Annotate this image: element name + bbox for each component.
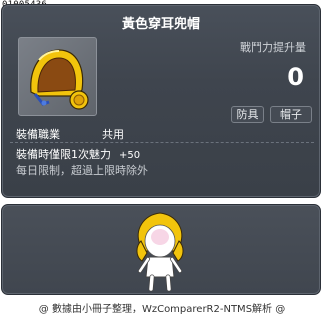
effect-text: 裝備時僅限1次魅力 (16, 148, 111, 161)
tag-hat: 帽子 (270, 106, 312, 123)
item-tooltip: 黃色穿耳兜帽 戰鬥力提升量 0 防具 帽子 裝備職業 共用 裝備時僅限1次魅力 +… (1, 4, 321, 198)
limit-line: 每日限制，超過上限時除外 (16, 164, 148, 177)
character-avatar-icon (136, 212, 184, 292)
divider (10, 142, 314, 143)
effect-line: 裝備時僅限1次魅力 +50 (16, 146, 140, 162)
item-icon-frame (18, 37, 97, 116)
effect-bonus: +50 (119, 150, 141, 161)
hat-icon (30, 49, 89, 110)
tag-armor: 防具 (231, 106, 264, 123)
footer-credit: @ 數據由小冊子整理，WzComparerR2-NTMS解析 @ (38, 304, 286, 315)
power-value: 0 (287, 63, 304, 91)
power-label: 戰鬥力提升量 (240, 41, 306, 54)
job-label: 裝備職業 (16, 128, 60, 141)
job-value: 共用 (102, 128, 124, 141)
character-preview (1, 204, 321, 295)
item-name: 黃色穿耳兜帽 (121, 17, 200, 32)
